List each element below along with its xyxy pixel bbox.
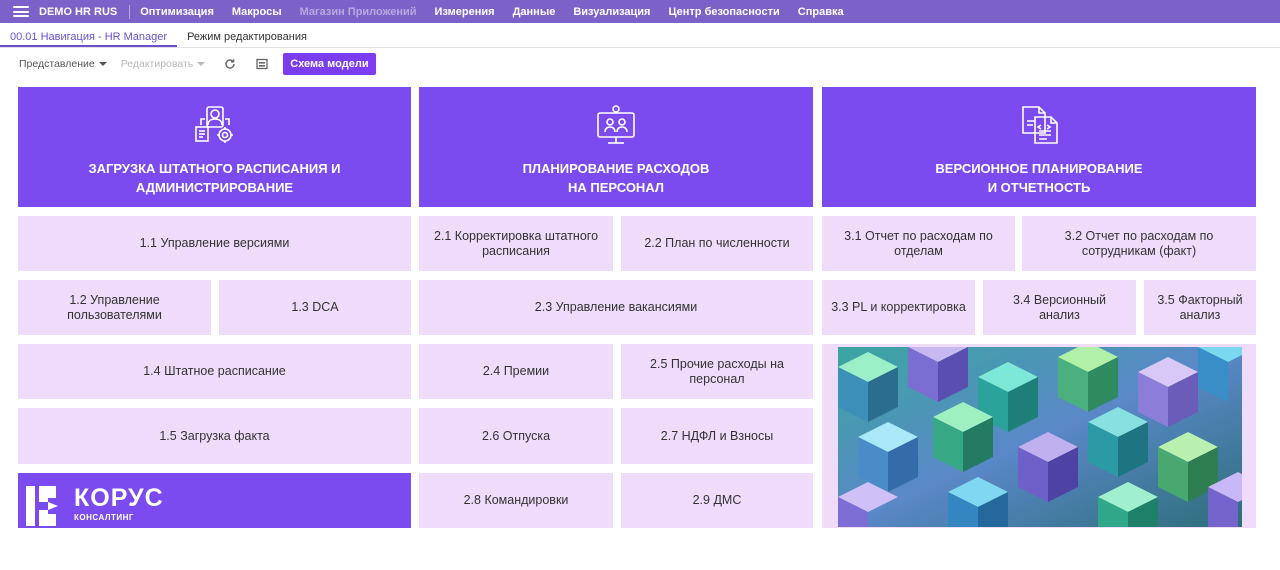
section-title-personnel-costs: ПЛАНИРОВАНИЕ РАСХОДОВ НА ПЕРСОНАЛ: [522, 161, 710, 195]
section-header-version-planning[interactable]: ВЕРСИОННОЕ ПЛАНИРОВАНИЕ И ОТЧЕТНОСТЬ: [822, 87, 1256, 207]
tile-business-trips[interactable]: 2.8 Командировки: [419, 473, 613, 528]
tab-navigation-hr-manager[interactable]: 00.01 Навигация - HR Manager: [0, 28, 178, 47]
chevron-down-icon: [98, 62, 107, 66]
section-header-personnel-costs[interactable]: ПЛАНИРОВАНИЕ РАСХОДОВ НА ПЕРСОНАЛ: [419, 87, 813, 207]
view-dropdown-label: Представление: [19, 58, 95, 70]
tile-health-insurance[interactable]: 2.9 ДМС: [621, 473, 813, 528]
tile-staff-schedule-adjustment[interactable]: 2.1 Корректировка штатного расписания: [419, 216, 613, 271]
hamburger-menu-icon[interactable]: [13, 6, 29, 17]
tile-headcount-plan[interactable]: 2.2 План по численности: [621, 216, 813, 271]
tile-vacancy-management[interactable]: 2.3 Управление вакансиями: [419, 280, 813, 335]
menu-app-store: Магазин Приложений: [299, 5, 417, 18]
section-title-staff-admin: ЗАГРУЗКА ШТАТНОГО РАСПИСАНИЯ И АДМИНИСТР…: [88, 161, 341, 195]
tile-costs-by-department[interactable]: 3.1 Отчет по расходам по отделам: [822, 216, 1015, 271]
section-title-version-planning: ВЕРСИОННОЕ ПЛАНИРОВАНИЕ И ОТЧЕТНОСТЬ: [935, 161, 1143, 195]
presentation-icon: [597, 105, 635, 144]
tile-staff-schedule[interactable]: 1.4 Штатное расписание: [18, 344, 411, 399]
app-name[interactable]: DEMO HR RUS: [39, 6, 117, 18]
tile-costs-by-employee[interactable]: 3.2 Отчет по расходам по сотрудникам (фа…: [1022, 216, 1256, 271]
app-root: DEMO HR RUS Оптимизация Макросы Магазин …: [0, 0, 1280, 570]
tile-dca[interactable]: 1.3 DCA: [219, 280, 411, 335]
tile-taxes-contributions[interactable]: 2.7 НДФЛ и Взносы: [621, 408, 813, 464]
main-menu: Оптимизация Макросы Магазин Приложений И…: [140, 6, 861, 18]
tile-bonuses[interactable]: 2.4 Премии: [419, 344, 613, 399]
chevron-down-icon: [197, 62, 206, 66]
cubes-illustration: [838, 347, 1242, 527]
tile-other-personnel-costs[interactable]: 2.5 Прочие расходы на персонал: [621, 344, 813, 399]
view-dropdown[interactable]: Представление: [19, 58, 107, 70]
menu-divider: [129, 4, 131, 19]
korus-logo: КОРУС КОНСАЛТИНГ: [18, 473, 411, 528]
tile-fact-load[interactable]: 1.5 Загрузка факта: [18, 408, 411, 464]
toolbar: Представление Редактировать Схема модели: [0, 52, 1280, 76]
section-header-staff-admin[interactable]: ЗАГРУЗКА ШТАТНОГО РАСПИСАНИЯ И АДМИНИСТР…: [18, 87, 411, 207]
edit-dropdown-label: Редактировать: [120, 58, 194, 70]
tile-user-management[interactable]: 1.2 Управление пользователями: [18, 280, 211, 335]
menu-data[interactable]: Данные: [513, 6, 556, 18]
tab-bar: 00.01 Навигация - HR Manager Режим редак…: [0, 28, 1280, 48]
korus-logo-mark-icon: [26, 486, 58, 526]
menu-optimization[interactable]: Оптимизация: [140, 6, 214, 18]
menu-visualization[interactable]: Визуализация: [573, 6, 650, 18]
tile-pl-adjustment[interactable]: 3.3 PL и корректировка: [822, 280, 975, 335]
logo-name: КОРУС: [74, 484, 164, 512]
model-schema-button[interactable]: Схема модели: [283, 53, 376, 75]
top-menu-bar: DEMO HR RUS Оптимизация Макросы Магазин …: [0, 0, 1280, 23]
tab-edit-mode[interactable]: Режим редактирования: [177, 28, 317, 47]
tile-vacations[interactable]: 2.6 Отпуска: [419, 408, 613, 464]
document-versions-icon: [1022, 106, 1058, 144]
menu-help[interactable]: Справка: [798, 6, 844, 18]
refresh-icon[interactable]: [223, 57, 237, 71]
logo-subtitle: КОНСАЛТИНГ: [74, 513, 134, 522]
menu-security-center[interactable]: Центр безопасности: [668, 6, 779, 18]
tile-version-analysis[interactable]: 3.4 Версионный анализ: [983, 280, 1136, 335]
staff-admin-icon: [194, 106, 233, 143]
print-icon[interactable]: [255, 57, 269, 71]
tile-version-management[interactable]: 1.1 Управление версиями: [18, 216, 411, 271]
menu-dimensions[interactable]: Измерения: [435, 6, 495, 18]
edit-dropdown: Редактировать: [121, 58, 206, 70]
tile-factor-analysis[interactable]: 3.5 Факторный анализ: [1144, 280, 1256, 335]
menu-macros[interactable]: Макросы: [232, 6, 282, 18]
decorative-cubes-image: [822, 344, 1256, 528]
